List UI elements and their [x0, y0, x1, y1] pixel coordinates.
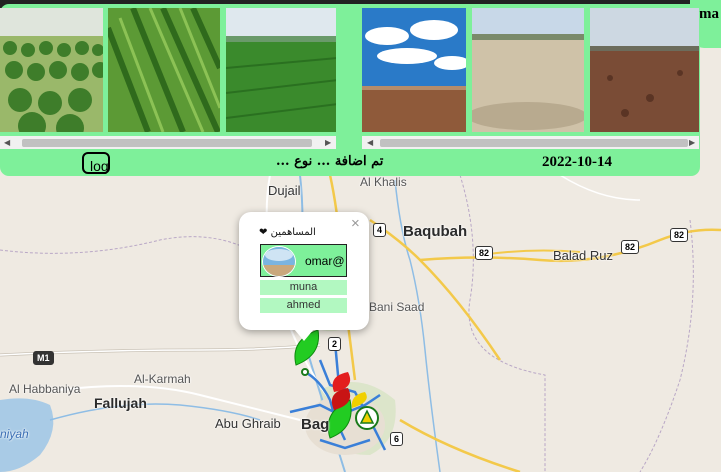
- contributor-item-ahmed[interactable]: ahmed: [260, 298, 347, 313]
- route-shield-m1: M1: [33, 351, 54, 365]
- route-shield-2: 2: [328, 337, 342, 351]
- map-label-balad-ruz: Balad Ruz: [553, 248, 613, 263]
- scroll-right-arrow-icon[interactable]: ▶: [325, 136, 331, 149]
- contributors-label: المساهمين: [270, 227, 316, 238]
- photo-green-field[interactable]: [226, 8, 336, 132]
- corner-text: ma: [699, 6, 719, 22]
- avatar: [262, 246, 296, 277]
- route-shield-6: 6: [390, 432, 404, 446]
- main-contributor-chip[interactable]: omar@: [260, 244, 347, 277]
- photo-orchard-rows[interactable]: [0, 8, 103, 132]
- main-contributor-name: omar@: [305, 254, 345, 268]
- contributor-item-muna[interactable]: muna: [260, 280, 347, 295]
- gallery-left-scrollbar[interactable]: ◀ ▶: [0, 136, 336, 149]
- scroll-thumb[interactable]: [380, 139, 688, 147]
- date-label: 2022-10-14: [542, 154, 612, 170]
- close-icon[interactable]: ×: [351, 215, 360, 232]
- map-label-al-khalis: Al Khalis: [360, 175, 407, 189]
- popup-tip: [294, 329, 314, 341]
- photo-sky-field[interactable]: [362, 8, 466, 132]
- log-button[interactable]: log: [82, 152, 110, 174]
- route-shield-82: 82: [475, 246, 494, 260]
- scroll-left-arrow-icon[interactable]: ◀: [4, 136, 10, 149]
- gallery-right-scrollbar[interactable]: ◀ ▶: [362, 136, 699, 149]
- map-label-lake: niyah: [0, 427, 29, 441]
- map-label-baghdad: Bag: [301, 416, 330, 433]
- photo-dry-land[interactable]: [472, 8, 584, 132]
- map-label-dujail: Dujail: [268, 183, 301, 198]
- map-label-bani-saad: Bani Saad: [369, 300, 425, 314]
- route-shield-82: 82: [621, 240, 640, 254]
- contributors-popup: × ❤ المساهمين omar@ muna ahmed: [239, 212, 369, 341]
- map-label-al-habbaniya: Al Habbaniya: [9, 382, 81, 396]
- gallery-right: [362, 8, 699, 136]
- scroll-left-arrow-icon[interactable]: ◀: [367, 136, 373, 149]
- route-shield-4: 4: [373, 223, 387, 237]
- map-label-baqubah: Baqubah: [403, 223, 468, 240]
- photo-crop-field[interactable]: [108, 8, 220, 132]
- gallery-left: [0, 8, 336, 136]
- map-label-abu-ghraib: Abu Ghraib: [215, 416, 281, 431]
- map-label-fallujah: Fallujah: [94, 395, 147, 411]
- route-shield-82: 82: [670, 228, 689, 242]
- heart-icon: ❤: [259, 227, 268, 238]
- contributors-heading: ❤ المساهمين: [259, 227, 316, 238]
- scroll-thumb[interactable]: [22, 139, 312, 147]
- map-label-al-karmah: Al-Karmah: [134, 372, 191, 386]
- scroll-right-arrow-icon[interactable]: ▶: [689, 136, 695, 149]
- photo-plowed-field[interactable]: [590, 8, 699, 132]
- added-status-text: تم اضافة ... نوع ...: [276, 154, 384, 169]
